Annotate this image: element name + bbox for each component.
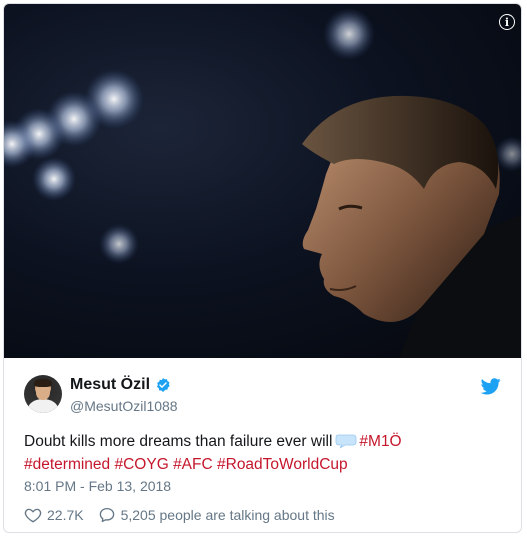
photo-illustration [4,8,521,358]
like-button[interactable]: 22.7K [24,506,84,524]
speech-bubble-emoji-icon [336,434,357,449]
hashtag-m1o[interactable]: #M1Ö [359,433,401,450]
conversation-link[interactable]: 5,205 people are talking about this [98,506,335,524]
tweet-timestamp[interactable]: 8:01 PM - Feb 13, 2018 [24,478,171,494]
embedded-tweet-card: i Mesut Özil @MesutOzil1088 Doubt kills … [3,3,522,533]
tweet-body: Mesut Özil @MesutOzil1088 Doubt kills mo… [4,358,521,532]
tweet-text: Doubt kills more dreams than failure eve… [24,430,504,476]
author-row: Mesut Özil [70,376,171,394]
hashtag-coyg[interactable]: #COYG [114,456,168,473]
player-silhouette [302,95,521,358]
info-icon[interactable]: i [499,14,515,30]
talking-count: 5,205 people are talking about this [120,507,335,523]
verified-badge-icon [157,378,170,392]
like-count: 22.7K [47,507,84,523]
info-glyph: i [504,15,510,29]
tweet-text-plain: Doubt kills more dreams than failure eve… [24,433,333,450]
author-handle[interactable]: @MesutOzil1088 [70,398,178,414]
author-name[interactable]: Mesut Özil [70,376,150,394]
twitter-bird-icon[interactable] [481,378,501,395]
hashtag-determined[interactable]: #determined [24,456,110,473]
avatar[interactable] [24,375,62,413]
tweet-photo[interactable]: i [4,4,521,358]
comment-icon [99,507,114,523]
tweet-actions: 22.7K 5,205 people are talking about thi… [24,506,335,524]
heart-icon [24,508,42,523]
hashtag-afc[interactable]: #AFC [173,456,213,473]
hashtag-roadtoworldcup[interactable]: #RoadToWorldCup [217,456,348,473]
